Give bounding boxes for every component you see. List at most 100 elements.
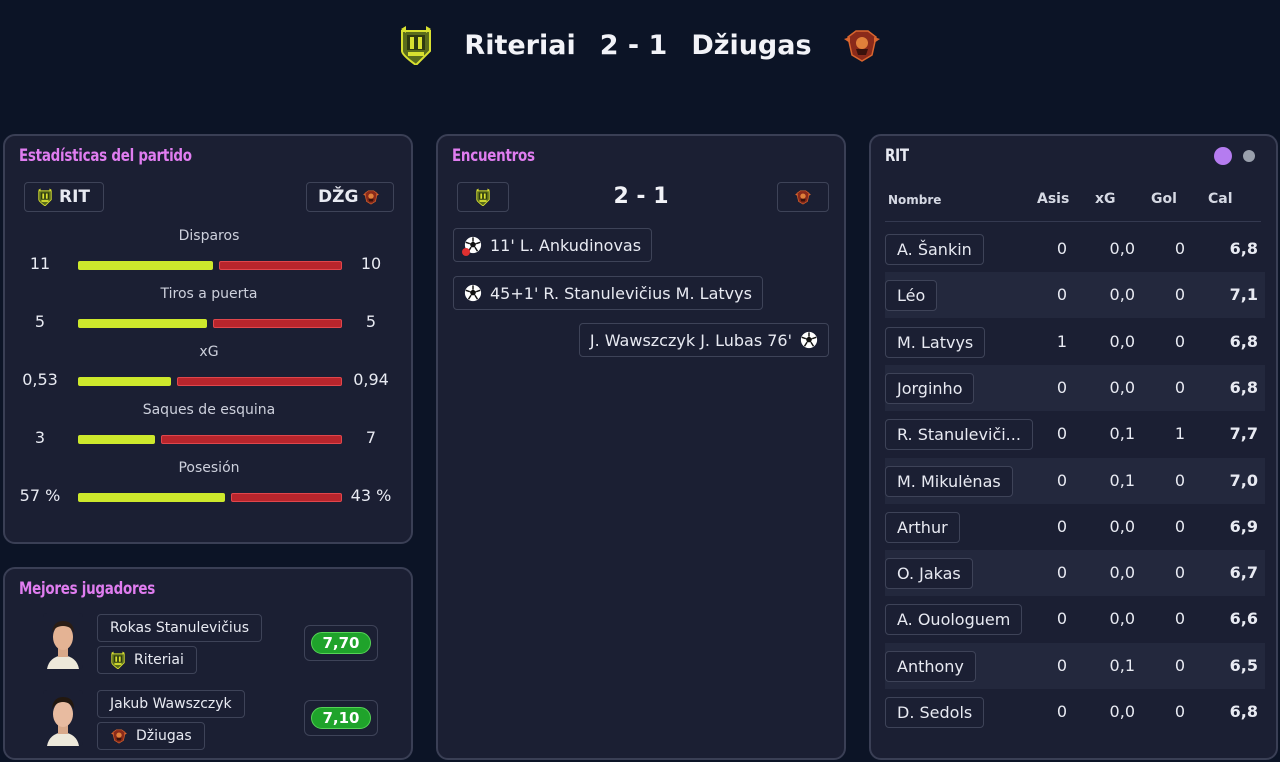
player-assists: 0: [1056, 285, 1067, 304]
player-assists: 1: [1056, 332, 1067, 351]
player-name-chip[interactable]: A. Šankin: [885, 234, 984, 265]
stat-away-value: 0,94: [353, 370, 389, 389]
column-header-goals[interactable]: Gol: [1151, 191, 1177, 207]
player-xg: 0,0: [1109, 378, 1135, 397]
player-name: Anthony: [897, 657, 964, 676]
best-player-team-chip[interactable]: Džiugas: [97, 722, 205, 750]
stat-home-bar: [78, 261, 213, 270]
player-avatar[interactable]: [43, 613, 83, 669]
player-rating: 6,8: [1229, 332, 1258, 351]
player-xg: 0,1: [1109, 424, 1135, 443]
event-text: 45+1' R. Stanulevičius M. Latvys: [490, 283, 752, 303]
player-rating: 6,8: [1229, 702, 1258, 721]
player-name-chip[interactable]: M. Latvys: [885, 327, 986, 358]
player-name-chip[interactable]: Anthony: [885, 651, 976, 682]
dziugas-crest-icon: [794, 189, 812, 205]
column-header-xg[interactable]: xG: [1095, 191, 1116, 207]
player-name-chip[interactable]: Arthur: [885, 512, 960, 543]
player-rating: 6,8: [1229, 378, 1258, 397]
player-goals: 0: [1174, 609, 1185, 628]
event-text: 11' L. Ankudinovas: [490, 235, 642, 255]
best-player-rating: 7,10: [304, 700, 378, 736]
stat-label: Posesión: [178, 460, 240, 476]
lineup-panel: RIT Nombre Asis xG Gol Cal A. Šankin 0 0,0…: [869, 134, 1278, 760]
player-name-chip[interactable]: Jorginho: [885, 373, 975, 404]
player-xg: 0,0: [1109, 702, 1135, 721]
player-avatar[interactable]: [43, 690, 83, 746]
match-stats-title: Estadísticas del partido: [19, 146, 192, 166]
best-player-name-chip[interactable]: Jakub Wawszczyk: [97, 690, 245, 718]
best-player-name-chip[interactable]: Rokas Stanulevičius: [97, 614, 262, 642]
player-assists: 0: [1056, 471, 1067, 490]
player-rating: 6,9: [1229, 517, 1258, 536]
player-xg: 0,1: [1109, 656, 1135, 675]
event-text: J. Wawszczyk J. Lubas 76': [589, 330, 792, 350]
player-goals: 0: [1174, 285, 1185, 304]
away-team-chip[interactable]: DŽG: [306, 182, 394, 212]
player-name: A. Ouologuem: [897, 610, 1011, 629]
player-name: D. Sedols: [897, 703, 973, 722]
player-name: M. Latvys: [897, 333, 974, 352]
best-player-team: Riteriai: [134, 652, 184, 668]
column-header-rating[interactable]: Cal: [1208, 191, 1233, 207]
stat-home-bar: [78, 377, 171, 386]
player-xg: 0,0: [1109, 332, 1135, 351]
player-assists: 0: [1056, 424, 1067, 443]
pager-dot-active[interactable]: [1214, 147, 1232, 165]
event-item[interactable]: J. Wawszczyk J. Lubas 76': [578, 323, 829, 357]
column-header-name[interactable]: Nombre: [888, 193, 941, 207]
player-assists: 0: [1056, 517, 1067, 536]
pager-dot[interactable]: [1243, 150, 1255, 162]
stat-home-bar: [78, 493, 225, 502]
soccer-ball-icon: [464, 284, 482, 302]
player-goals: 0: [1174, 239, 1185, 258]
player-xg: 0,0: [1109, 239, 1135, 258]
best-player-team-chip[interactable]: Riteriai: [97, 646, 197, 674]
best-players-title: Mejores jugadores: [19, 579, 155, 599]
player-name: A. Šankin: [897, 240, 972, 259]
player-goals: 0: [1174, 656, 1185, 675]
riteriai-crest-icon: [110, 651, 126, 669]
player-rating: 6,6: [1229, 609, 1258, 628]
column-header-assists[interactable]: Asis: [1037, 191, 1069, 207]
stat-away-bar: [161, 435, 342, 444]
stat-home-bar: [78, 435, 155, 444]
event-item[interactable]: 11' L. Ankudinovas: [453, 228, 653, 262]
player-name-chip[interactable]: M. Mikulėnas: [885, 466, 1013, 497]
player-name: O. Jakas: [897, 564, 961, 583]
stat-label: Disparos: [178, 228, 240, 244]
stat-home-value: 0,53: [22, 370, 58, 389]
away-team-abbr: DŽG: [318, 187, 359, 207]
own-goal-ball-icon: [462, 236, 482, 256]
player-name-chip[interactable]: Léo: [885, 280, 938, 311]
player-name-chip[interactable]: R. Stanuleviči...: [885, 419, 1033, 450]
match-score: 2 - 1: [599, 29, 668, 61]
event-item[interactable]: 45+1' R. Stanulevičius M. Latvys: [453, 276, 763, 310]
player-name-chip[interactable]: D. Sedols: [885, 697, 985, 728]
player-goals: 0: [1174, 517, 1185, 536]
dziugas-crest-icon: [362, 189, 380, 205]
player-xg: 0,1: [1109, 471, 1135, 490]
stat-label: Tiros a puerta: [160, 286, 258, 302]
player-assists: 0: [1056, 702, 1067, 721]
stat-home-bar: [78, 319, 207, 328]
home-team-abbr: RIT: [59, 187, 91, 207]
player-goals: 0: [1174, 471, 1185, 490]
away-team-crest-chip[interactable]: [777, 182, 829, 212]
best-player-name: Rokas Stanulevičius: [110, 620, 249, 636]
stat-home-value: 3: [34, 428, 46, 447]
player-assists: 0: [1056, 378, 1067, 397]
player-name-chip[interactable]: O. Jakas: [885, 558, 973, 589]
home-team-chip[interactable]: RIT: [24, 182, 104, 212]
stat-home-value: 5: [34, 312, 46, 331]
stat-away-bar: [219, 261, 342, 270]
dziugas-crest-icon: [842, 27, 882, 63]
home-team-name: Riteriai: [464, 29, 576, 61]
stat-away-bar: [177, 377, 342, 386]
best-player-rating: 7,70: [304, 625, 378, 661]
stat-label: xG: [199, 344, 219, 360]
player-goals: 1: [1174, 424, 1185, 443]
player-goals: 0: [1174, 563, 1185, 582]
player-rating: 6,7: [1229, 563, 1258, 582]
player-name-chip[interactable]: A. Ouologuem: [885, 604, 1023, 635]
